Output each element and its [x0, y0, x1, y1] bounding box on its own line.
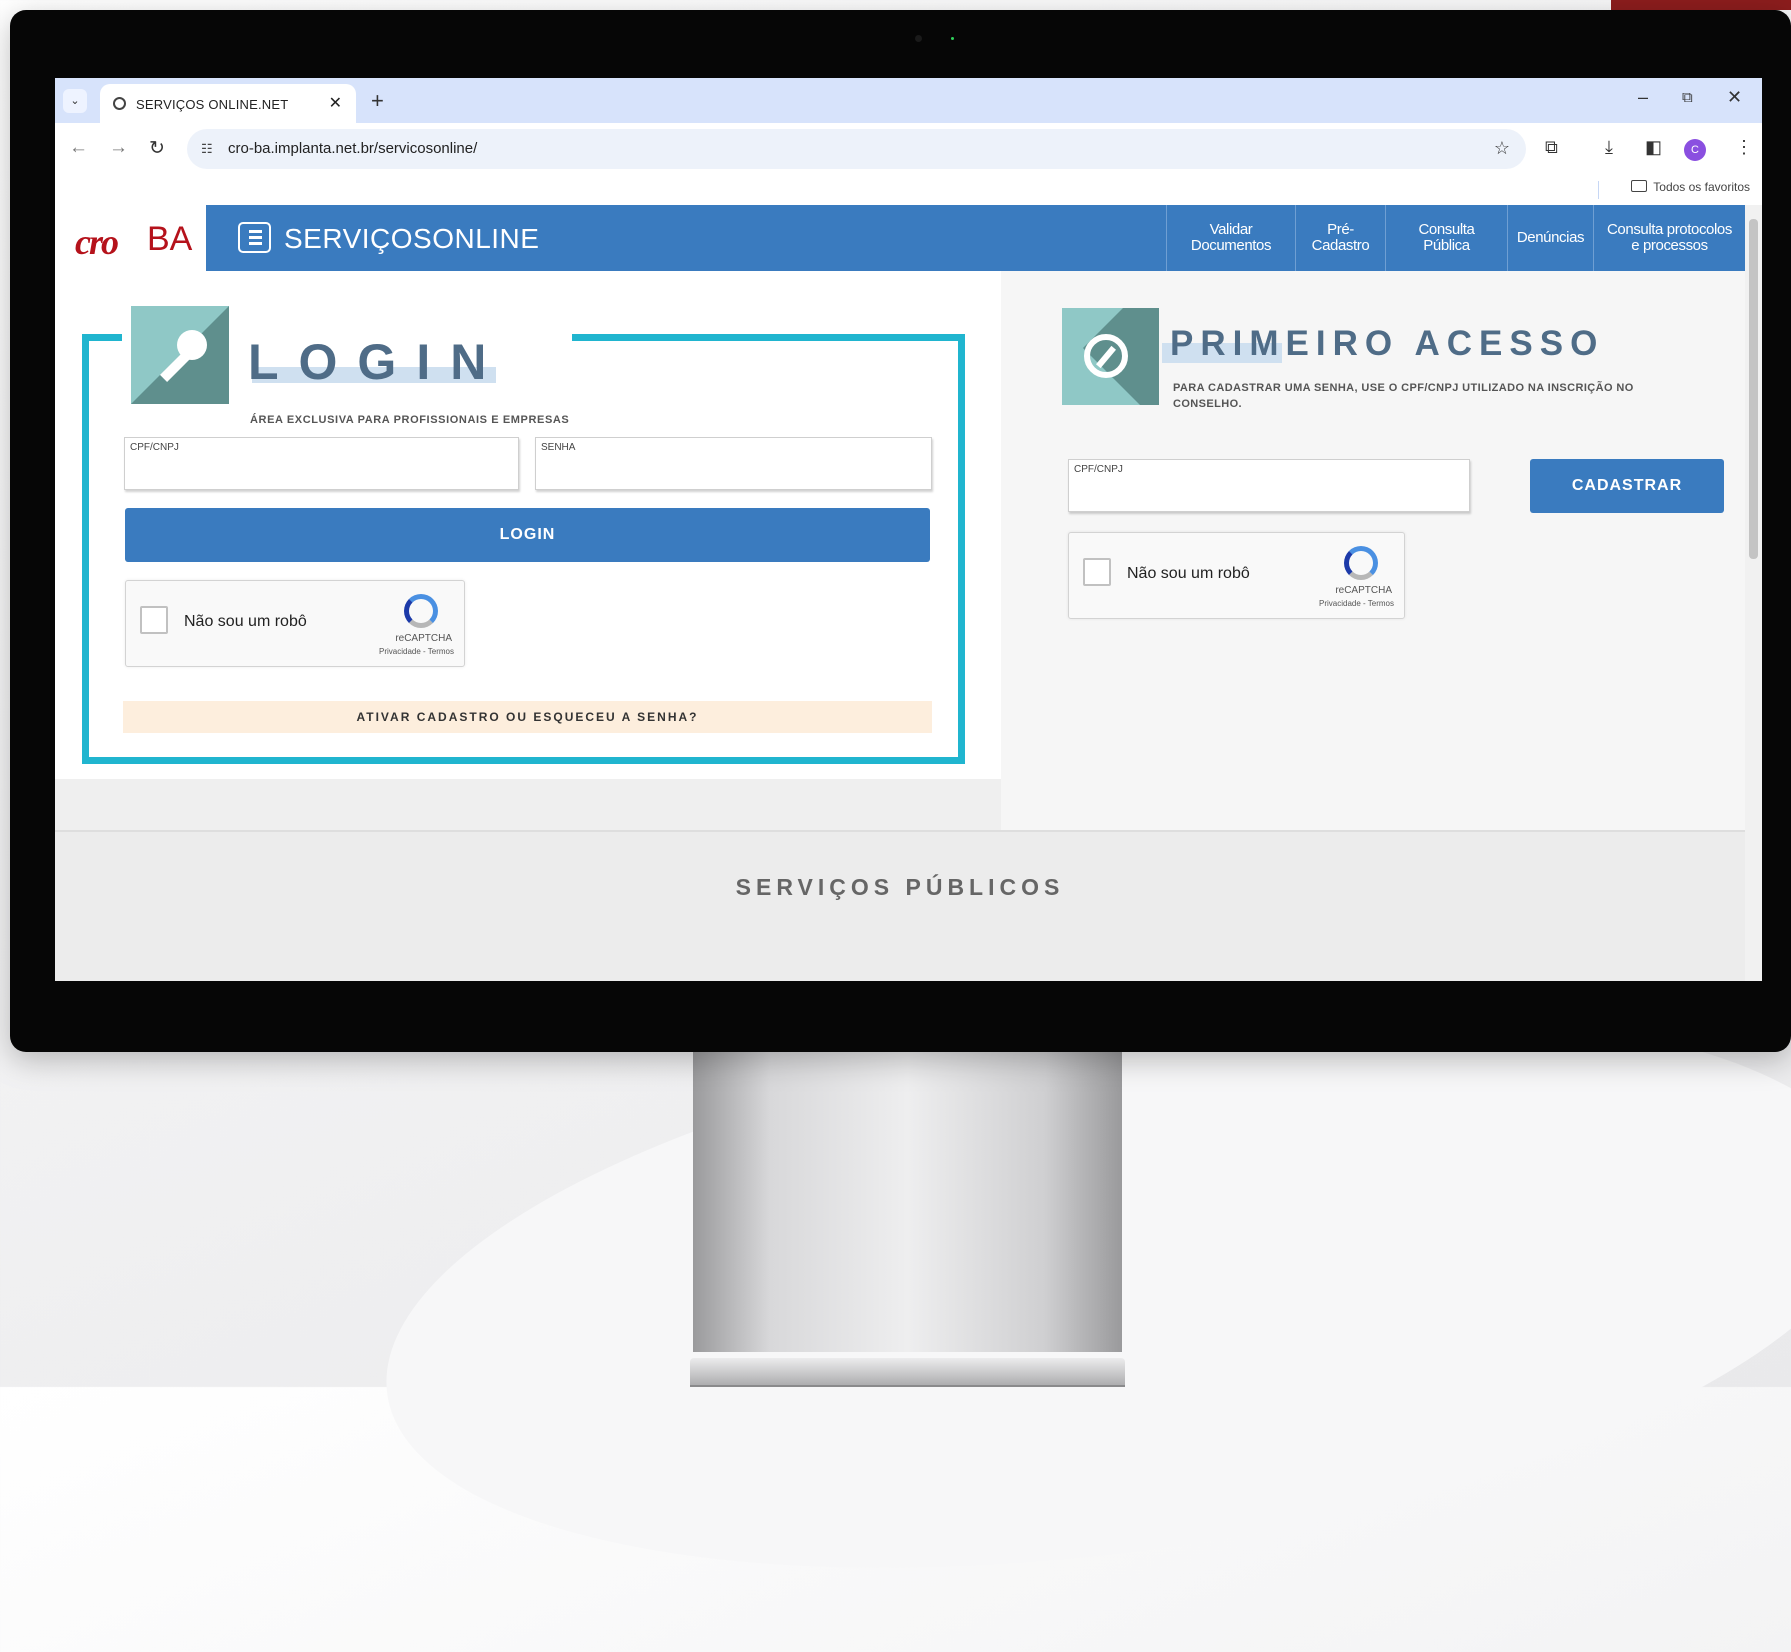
url-text[interactable]: cro-ba.implanta.net.br/servicosonline/ [228, 140, 477, 157]
back-icon[interactable]: ← [69, 137, 88, 159]
login-button[interactable]: LOGIN [125, 508, 930, 562]
nav-pre-cadastro[interactable]: Pré-Cadastro [1295, 205, 1385, 271]
browser-window: ⌄ SERVIÇOS ONLINE.NET ✕ + – ⧉ ✕ ← → ↻ ☷ … [55, 78, 1762, 981]
main-nav: Validar Documentos Pré-Cadastro Consulta… [1166, 205, 1745, 271]
recaptcha-icon [404, 594, 438, 628]
compass-icon [1084, 334, 1128, 378]
nav-validar-documentos[interactable]: Validar Documentos [1166, 205, 1295, 271]
bookmarks-separator [1598, 181, 1599, 199]
bookmarks-folder-label: Todos os favoritos [1653, 180, 1750, 194]
download-icon[interactable]: ⤓ [1605, 137, 1613, 158]
scrollbar-thumb[interactable] [1749, 219, 1758, 559]
minimize-button[interactable]: – [1638, 87, 1648, 108]
public-services-section: SERVIÇOS PÚBLICOS [55, 830, 1745, 981]
public-services-title: SERVIÇOS PÚBLICOS [735, 874, 1065, 900]
profile-avatar[interactable]: C [1684, 139, 1706, 161]
extensions-icon[interactable]: ⧉ [1545, 137, 1558, 158]
login-cpf-label: CPF/CNPJ [130, 442, 179, 453]
monitor-stand [693, 1052, 1122, 1352]
nav-consulta-protocolos[interactable]: Consulta protocolos e processos [1593, 205, 1745, 271]
corner-accent [1611, 0, 1791, 10]
header-bar: SERVIÇOSONLINE Validar Documentos Pré-Ca… [206, 205, 1745, 271]
first-access-cpf-label: CPF/CNPJ [1074, 464, 1123, 475]
services-icon [238, 222, 271, 253]
tab-strip: ⌄ SERVIÇOS ONLINE.NET ✕ + – ⧉ ✕ [55, 78, 1762, 123]
close-window-button[interactable]: ✕ [1727, 87, 1742, 108]
side-panel-icon[interactable]: ◧ [1645, 137, 1662, 158]
key-icon-box [131, 306, 229, 404]
tab-search-dropdown[interactable]: ⌄ [63, 89, 87, 113]
login-captcha: Não sou um robô reCAPTCHA Privacidade - … [125, 580, 465, 667]
web-page: cro BA SERVIÇOSONLINE Validar Documentos… [55, 205, 1745, 981]
first-access-captcha: Não sou um robô reCAPTCHA Privacidade - … [1068, 532, 1405, 619]
monitor-stand-foot [690, 1358, 1125, 1387]
captcha-checkbox[interactable] [1083, 558, 1111, 586]
forward-icon[interactable]: → [109, 137, 128, 159]
bookmarks-bar: Todos os favoritos [55, 175, 1762, 205]
first-access-title: PRIMEIRO ACESSO [1170, 324, 1605, 363]
recaptcha-icon [1344, 546, 1378, 580]
close-tab-icon[interactable]: ✕ [329, 93, 342, 113]
camera [915, 35, 922, 42]
logo-state: BA [147, 220, 193, 258]
captcha-checkbox[interactable] [140, 606, 168, 634]
site-settings-icon[interactable]: ☷ [201, 141, 213, 157]
toolbar: ← → ↻ ☷ cro-ba.implanta.net.br/servicoso… [55, 123, 1762, 175]
login-subtitle: ÁREA EXCLUSIVA PARA PROFISSIONAIS E EMPR… [250, 414, 570, 426]
nav-denuncias[interactable]: Denúncias [1507, 205, 1593, 271]
reload-icon[interactable]: ↻ [149, 137, 165, 160]
recaptcha-label: reCAPTCHA [395, 633, 452, 644]
captcha-text: Não sou um robô [1127, 565, 1250, 582]
new-tab-button[interactable]: + [371, 88, 384, 114]
login-password-field[interactable]: SENHA [535, 437, 932, 490]
menu-icon[interactable]: ⋮ [1735, 137, 1753, 158]
bookmarks-folder[interactable]: Todos os favoritos [1631, 180, 1750, 194]
restore-button[interactable]: ⧉ [1682, 89, 1693, 106]
first-access-cpf-field[interactable]: CPF/CNPJ [1068, 459, 1470, 512]
recaptcha-terms[interactable]: Privacidade - Termos [379, 647, 454, 656]
address-bar[interactable]: ☷ cro-ba.implanta.net.br/servicosonline/… [187, 129, 1526, 169]
globe-icon [113, 97, 126, 110]
folder-icon [1631, 180, 1648, 192]
first-access-subtitle: PARA CADASTRAR UMA SENHA, USE O CPF/CNPJ… [1173, 382, 1634, 410]
nav-consulta-publica[interactable]: Consulta Pública [1385, 205, 1507, 271]
camera-led [951, 37, 954, 40]
tab-active[interactable]: SERVIÇOS ONLINE.NET ✕ [100, 84, 356, 123]
captcha-text: Não sou um robô [184, 613, 307, 630]
login-title: LOGIN [248, 334, 507, 390]
register-button[interactable]: CADASTRAR [1530, 459, 1724, 513]
cro-logo[interactable]: cro [75, 221, 119, 263]
recaptcha-label: reCAPTCHA [1335, 585, 1392, 596]
login-cpf-field[interactable]: CPF/CNPJ [124, 437, 519, 490]
left-band [55, 779, 1001, 830]
compass-icon-box [1062, 308, 1159, 405]
forgot-password-link[interactable]: ATIVAR CADASTRO OU ESQUECEU A SENHA? [123, 701, 932, 733]
page-scrollbar[interactable] [1745, 205, 1762, 981]
recaptcha-terms[interactable]: Privacidade - Termos [1319, 599, 1394, 608]
bookmark-star-icon[interactable]: ☆ [1494, 138, 1510, 159]
tab-title: SERVIÇOS ONLINE.NET [136, 97, 289, 112]
brand-title[interactable]: SERVIÇOSONLINE [284, 223, 539, 255]
login-password-label: SENHA [541, 442, 576, 453]
